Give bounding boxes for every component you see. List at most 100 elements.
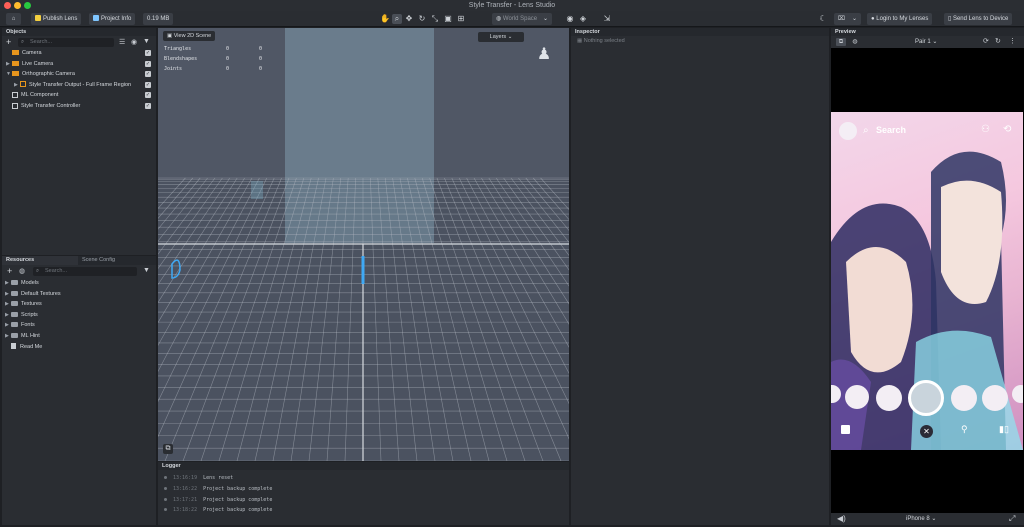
login-button[interactable]: ● Login to My Lenses	[867, 13, 933, 25]
resource-row[interactable]: ▶ Models	[2, 278, 156, 289]
layers-dropdown[interactable]: Layers ⌄	[478, 32, 524, 42]
chevron-down-icon: ⌄	[851, 16, 857, 22]
send-lens-button[interactable]: ▯ Send Lens to Device	[944, 13, 1013, 25]
lens-carousel-item[interactable]	[951, 385, 977, 411]
export-icon[interactable]: ⇲	[602, 14, 612, 24]
home-button[interactable]: ⌂	[6, 13, 21, 25]
preview-footer: ◀) iPhone 8 ⌄ ⤢	[831, 513, 1024, 525]
scene-viewport[interactable]: ▣ View 2D Scene Layers ⌄ ♟ Triangles 0 0 B…	[158, 28, 569, 461]
project-info-button[interactable]: Project Info	[89, 13, 136, 25]
lens-carousel-item[interactable]	[1012, 385, 1023, 403]
publish-icon	[35, 15, 41, 22]
object-row[interactable]: ▶ Live Camera ✓	[2, 59, 156, 70]
snap-camera-icon[interactable]: ◍	[850, 38, 860, 46]
visibility-checkbox[interactable]: ✓	[145, 60, 151, 67]
lens-carousel-item[interactable]	[876, 385, 902, 411]
close-lens-icon[interactable]: ✕	[920, 425, 933, 438]
project-icon	[93, 15, 99, 22]
object-label: Style Transfer Controller	[21, 102, 81, 109]
view-options-icon[interactable]: ⧉	[163, 444, 173, 454]
chevron-down-icon: ⌄	[506, 34, 513, 40]
object-row[interactable]: ▼ Orthographic Camera ✓	[2, 69, 156, 80]
globe-icon: ◍	[496, 16, 503, 22]
device-dropdown[interactable]: iPhone 8 ⌄	[906, 515, 936, 522]
resource-row[interactable]: Read Me	[2, 342, 156, 353]
select-tool-icon[interactable]: ⌕	[392, 14, 402, 24]
resource-label: Scripts	[21, 311, 38, 318]
camera-icon	[12, 60, 19, 66]
object-row[interactable]: Style Transfer Controller ✓	[2, 101, 156, 112]
lens-carousel-item[interactable]	[982, 385, 1008, 411]
filter-icon[interactable]: ▼	[143, 38, 150, 45]
add-friend-icon[interactable]: ⚇	[981, 124, 990, 135]
memories-icon[interactable]	[841, 425, 850, 434]
stat-label: Triangles	[164, 46, 192, 52]
log-entry[interactable]: 13:18:22 Project backup complete	[164, 505, 569, 516]
view-2d-scene-button[interactable]: ▣ View 2D Scene	[163, 31, 216, 41]
import-icon[interactable]: ◍	[19, 267, 25, 275]
snapchat-ghost-icon: ♟	[536, 46, 552, 63]
phone-preview-screen[interactable]: ⌕ Search ⚇ ⟲ ✕ ⚲ ▮▯	[831, 112, 1023, 450]
resources-search-input[interactable]: ⌕ Search...	[33, 267, 137, 276]
resource-label: ML Hint	[21, 332, 40, 339]
resource-row[interactable]: ▶ Textures	[2, 299, 156, 310]
add-resource-icon[interactable]: +	[7, 266, 12, 276]
filter-icon[interactable]: ▼	[143, 267, 150, 274]
resource-row[interactable]: ▶ Default Textures	[2, 289, 156, 300]
visibility-checkbox[interactable]: ✓	[145, 102, 151, 109]
rotate-tool-icon[interactable]: ↻	[417, 14, 427, 24]
capture-icon[interactable]: ◈	[578, 14, 588, 24]
resource-row[interactable]: ▶ Scripts	[2, 310, 156, 321]
log-entry[interactable]: 13:17:21 Project backup complete	[164, 495, 569, 506]
visibility-checkbox[interactable]: ✓	[145, 81, 151, 88]
eye-icon[interactable]: ◉	[131, 38, 137, 46]
visibility-checkbox[interactable]: ✓	[145, 92, 151, 99]
publish-lens-button[interactable]: Publish Lens	[31, 13, 82, 25]
refresh-icon[interactable]: ↻	[995, 38, 1001, 46]
tab-scene-config[interactable]: Scene Config	[82, 256, 115, 265]
object-row[interactable]: Camera ✓	[2, 48, 156, 59]
log-entry[interactable]: 13:16:19 Lens reset	[164, 473, 569, 484]
lens-explore-icon[interactable]: ⚲	[961, 424, 968, 435]
add-object-icon[interactable]: +	[6, 37, 11, 47]
close-window-button[interactable]	[4, 2, 11, 9]
scene-grid	[158, 28, 569, 461]
preview-mode-icon[interactable]: ⧉	[836, 38, 846, 46]
snap-search-label[interactable]: Search	[876, 125, 906, 135]
list-icon[interactable]: ☰	[119, 38, 125, 46]
capture-button[interactable]	[908, 380, 944, 416]
scene-stats: Triangles 0 0 Blendshapes 0 0 Joints 0 0	[164, 46, 264, 76]
fullscreen-icon[interactable]: ⤢	[1009, 514, 1015, 524]
swap-camera-icon[interactable]: ⟳	[983, 38, 989, 46]
hand-tool-icon[interactable]: ✋	[380, 14, 390, 24]
avatar[interactable]	[839, 122, 857, 140]
log-entry[interactable]: 13:16:22 Project backup complete	[164, 484, 569, 495]
logger-title: Logger	[158, 462, 569, 470]
lens-carousel-item[interactable]	[845, 385, 869, 409]
dark-mode-icon[interactable]: ☾	[818, 14, 828, 24]
zoom-window-button[interactable]	[24, 2, 31, 9]
folder-icon	[11, 322, 18, 328]
object-row[interactable]: ▶ Style Transfer Output - Full Frame Regi…	[2, 80, 156, 91]
login-label: Login to My Lenses	[876, 16, 929, 22]
resource-row[interactable]: ▶ ML Hint	[2, 331, 156, 342]
minimize-window-button[interactable]	[14, 2, 21, 9]
move-tool-icon[interactable]: ✥	[404, 14, 414, 24]
tab-resources[interactable]: Resources	[2, 256, 78, 265]
rect-tool-icon[interactable]: ▣	[443, 14, 453, 24]
visibility-checkbox[interactable]: ✓	[145, 50, 151, 56]
visibility-checkbox[interactable]: ✓	[145, 71, 151, 78]
discover-icon[interactable]: ▮▯	[999, 424, 1009, 435]
object-row[interactable]: ML Component ✓	[2, 90, 156, 101]
resource-row[interactable]: ▶ Fonts	[2, 320, 156, 331]
speaker-icon[interactable]: ◀)	[837, 514, 846, 523]
scale-tool-icon[interactable]: ⤡	[430, 14, 440, 24]
snap-tool-icon[interactable]: ⊞	[456, 14, 466, 24]
flip-camera-icon[interactable]: ⟲	[1003, 124, 1011, 135]
device-connect-button[interactable]: ⌧ ⌄	[834, 13, 861, 25]
more-icon[interactable]: ⋮	[1009, 38, 1016, 46]
pair-dropdown[interactable]: Pair 1 ⌄	[915, 38, 937, 46]
space-select[interactable]: ◍ World Space ⌄	[492, 13, 552, 25]
camera-switch-icon[interactable]: ◉	[565, 14, 575, 24]
objects-search-input[interactable]: ⌕ Search...	[18, 38, 114, 47]
